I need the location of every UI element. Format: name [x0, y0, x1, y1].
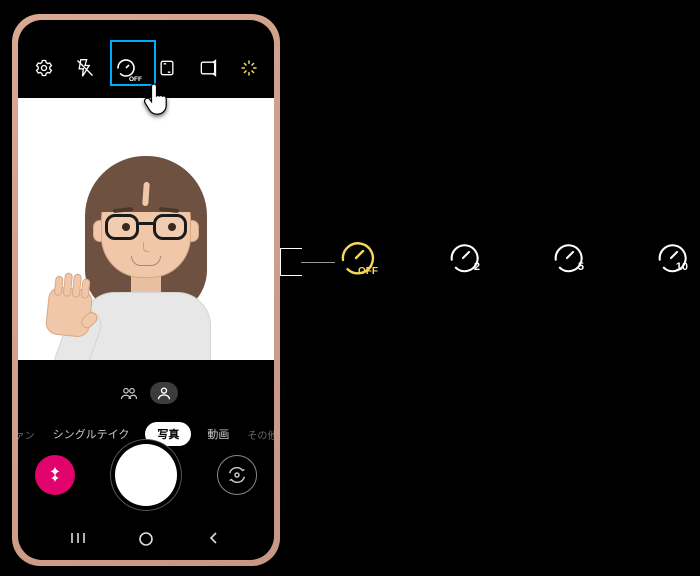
- nav-recents-icon[interactable]: [58, 531, 98, 550]
- mode-fun[interactable]: ァン: [18, 423, 37, 446]
- system-nav-bar: [18, 531, 274, 550]
- motion-photo-icon[interactable]: [194, 54, 221, 82]
- timer-option-2s[interactable]: 2: [444, 239, 482, 277]
- timer-option-5s[interactable]: 5: [548, 239, 586, 277]
- gallery-thumbnail-button[interactable]: [35, 455, 75, 495]
- phone-frame: OFF: [12, 14, 280, 566]
- timer-option-10s[interactable]: 10: [652, 239, 690, 277]
- timer-option-5s-label: 5: [578, 261, 584, 273]
- timer-options-row: OFF 2 5 10: [334, 236, 690, 280]
- timer-option-2s-label: 2: [474, 261, 480, 273]
- flash-off-icon[interactable]: [71, 54, 98, 82]
- selfie-fov-toggle: [18, 382, 274, 404]
- settings-icon[interactable]: [30, 54, 57, 82]
- timer-label: OFF: [129, 76, 142, 83]
- timer-icon[interactable]: OFF: [112, 54, 139, 82]
- nav-back-icon[interactable]: [194, 531, 234, 550]
- group-selfie-icon[interactable]: [114, 382, 144, 404]
- avatar-preview: [51, 120, 241, 360]
- switch-camera-button[interactable]: [217, 455, 257, 495]
- mode-more[interactable]: その他: [245, 423, 274, 446]
- camera-mode-strip[interactable]: ァン シングルテイク 写真 動画 その他: [18, 422, 274, 446]
- timer-option-10s-label: 10: [676, 261, 688, 273]
- timer-option-off[interactable]: OFF: [334, 236, 378, 280]
- camera-viewfinder: [18, 98, 274, 360]
- mode-photo[interactable]: 写真: [145, 422, 191, 446]
- effects-icon[interactable]: [235, 54, 262, 82]
- single-selfie-icon[interactable]: [150, 382, 178, 404]
- callout-connector: [280, 248, 302, 276]
- shutter-button[interactable]: [115, 444, 177, 506]
- aspect-ratio-icon[interactable]: [153, 54, 180, 82]
- camera-top-toolbar: OFF: [18, 48, 274, 88]
- timer-option-off-label: OFF: [358, 266, 378, 277]
- shutter-row: [18, 444, 274, 506]
- nav-home-icon[interactable]: [126, 531, 166, 550]
- phone-screen: OFF: [18, 20, 274, 560]
- mode-single-take[interactable]: シングルテイク: [51, 422, 132, 446]
- mode-video[interactable]: 動画: [205, 422, 231, 446]
